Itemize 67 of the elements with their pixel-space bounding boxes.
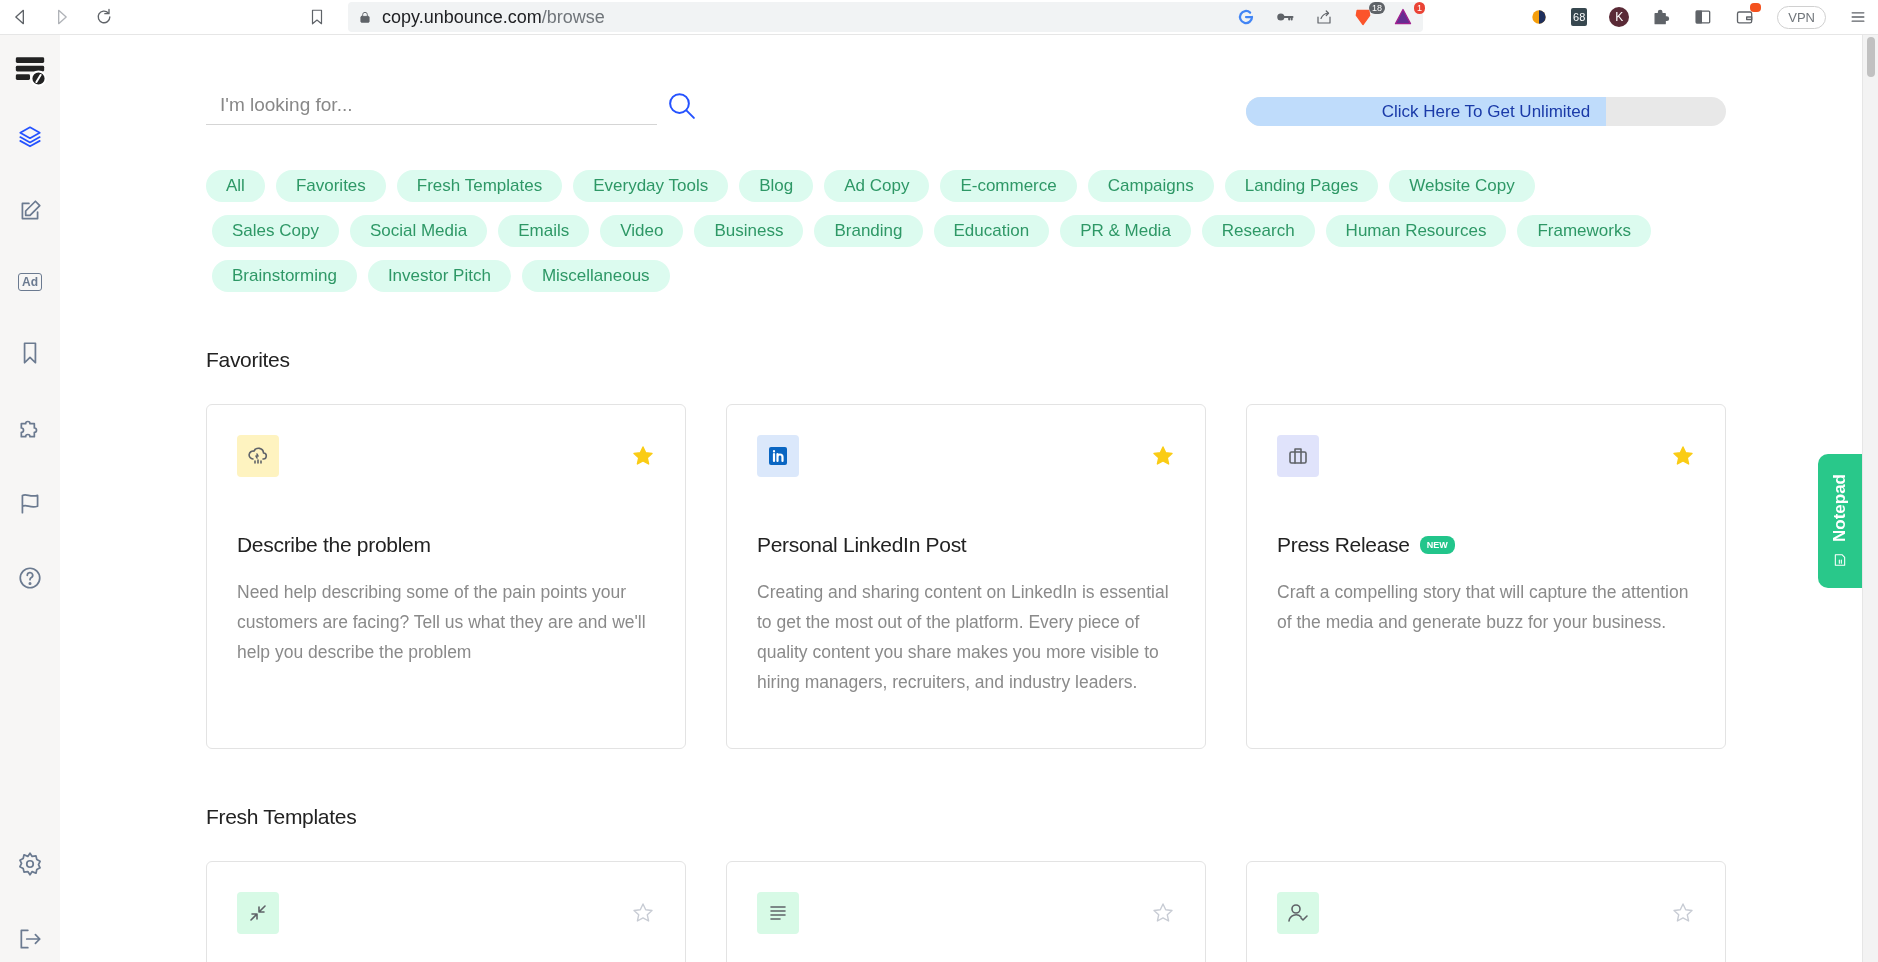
card-description: Creating and sharing content on LinkedIn is essential to get the most out of the platform. Every piece of quality content you share makes you more visible to hiring managers, recruiters, and industry leaders. — [757, 581, 1170, 694]
triangle-icon[interactable] — [1393, 7, 1413, 27]
upgrade-label: Click Here To Get Unlimited — [1381, 101, 1591, 122]
filter-chip[interactable]: Ad Copy — [824, 170, 930, 202]
profile-avatar[interactable]: K — [1609, 7, 1630, 27]
new-badge: NEW — [1419, 536, 1455, 554]
filter-chip[interactable]: Everyday Tools — [573, 170, 729, 202]
filter-chip[interactable]: Campaigns — [1087, 170, 1214, 202]
filter-chip[interactable]: Website Copy — [1389, 170, 1535, 202]
linkedin-icon — [766, 444, 790, 468]
lion-shield-icon[interactable] — [1353, 7, 1373, 27]
template-card[interactable]: Press Release NEW Craft a compelling story that will capture the attention of the media and generate buzz for your business. — [1246, 404, 1726, 749]
filter-chip[interactable]: Education — [933, 215, 1050, 247]
share-icon[interactable] — [1315, 8, 1333, 26]
section-heading: Favorites — [206, 348, 291, 372]
filter-chip[interactable]: Miscellaneous — [521, 260, 670, 292]
extension-count-icon[interactable]: 68 — [1571, 8, 1588, 26]
card-title: Press Release — [1277, 533, 1410, 557]
template-card[interactable]: Describe the problem Need help describing some of the pain points your customers are facing? Tell us what they are and we'll help you describe the problem — [206, 404, 686, 749]
search-icon[interactable] — [667, 90, 697, 121]
half-circle-icon[interactable] — [1529, 7, 1549, 27]
outline-star-icon[interactable] — [1151, 901, 1175, 925]
shield-count-badge: 18 — [1369, 2, 1385, 14]
filter-chip[interactable]: Emails — [498, 215, 590, 247]
outline-star-icon[interactable] — [1671, 901, 1695, 925]
address-bar[interactable]: copy.unbounce.com/browse 18 1 — [348, 2, 1423, 32]
logout-icon[interactable] — [17, 926, 43, 952]
filter-chip[interactable]: Video — [600, 215, 684, 247]
filled-star-icon[interactable] — [631, 444, 655, 468]
filter-chip[interactable]: Frameworks — [1517, 215, 1651, 247]
scrollbar-thumb[interactable] — [1866, 37, 1875, 77]
filter-chip[interactable]: Favorites — [275, 170, 386, 202]
card-description: Need help describing some of the pain points your customers are facing? Tell us what they are and we'll help you describe the problem — [237, 581, 647, 664]
filter-chip[interactable]: Business — [694, 215, 804, 247]
template-card[interactable] — [726, 404, 1206, 749]
filled-star-icon[interactable] — [1671, 444, 1695, 468]
filter-chip[interactable]: Human Resources — [1325, 215, 1507, 247]
scrollbar[interactable] — [1862, 35, 1878, 962]
filter-chip[interactable]: Investor Pitch — [367, 260, 511, 292]
filter-chip[interactable]: PR & Media — [1060, 215, 1191, 247]
filter-chip[interactable]: Landing Pages — [1224, 170, 1379, 202]
user-check-icon — [1286, 901, 1310, 925]
card-description: Craft a compelling story that will capture the attention of the media and generate buzz for your business. — [1277, 581, 1690, 634]
filter-chip[interactable]: Brainstorming — [212, 260, 357, 292]
filter-chip[interactable]: Fresh Templates — [396, 170, 563, 202]
filled-star-icon[interactable] — [1151, 444, 1175, 468]
card-title: Describe the problem — [237, 533, 431, 557]
filter-chip[interactable]: Sales Copy — [212, 215, 339, 247]
settings-icon[interactable] — [17, 851, 43, 877]
ad-icon[interactable]: Ad — [18, 273, 42, 291]
notepad-tab[interactable]: Notepad — [1818, 454, 1862, 588]
help-icon[interactable] — [17, 565, 43, 591]
filter-chip[interactable]: E-commerce — [940, 170, 1077, 202]
filter-chip[interactable]: Social Media — [349, 215, 488, 247]
filter-chip[interactable]: All — [206, 170, 265, 202]
filter-chip[interactable]: Blog — [739, 170, 814, 202]
filter-chip[interactable]: Research — [1201, 215, 1315, 247]
notepad-icon — [1832, 552, 1848, 568]
outline-star-icon[interactable] — [631, 901, 655, 925]
lock-icon — [358, 10, 372, 24]
upgrade-button[interactable]: Click Here To Get Unlimited — [1246, 97, 1726, 126]
google-icon[interactable] — [1237, 8, 1255, 26]
rewards-count-badge: 1 — [1414, 2, 1425, 14]
url-text: copy.unbounce.com/browse — [382, 6, 606, 28]
section-heading: Fresh Templates — [206, 805, 358, 829]
card-title: Personal LinkedIn Post — [757, 533, 967, 557]
filter-chip[interactable]: Branding — [814, 215, 923, 247]
